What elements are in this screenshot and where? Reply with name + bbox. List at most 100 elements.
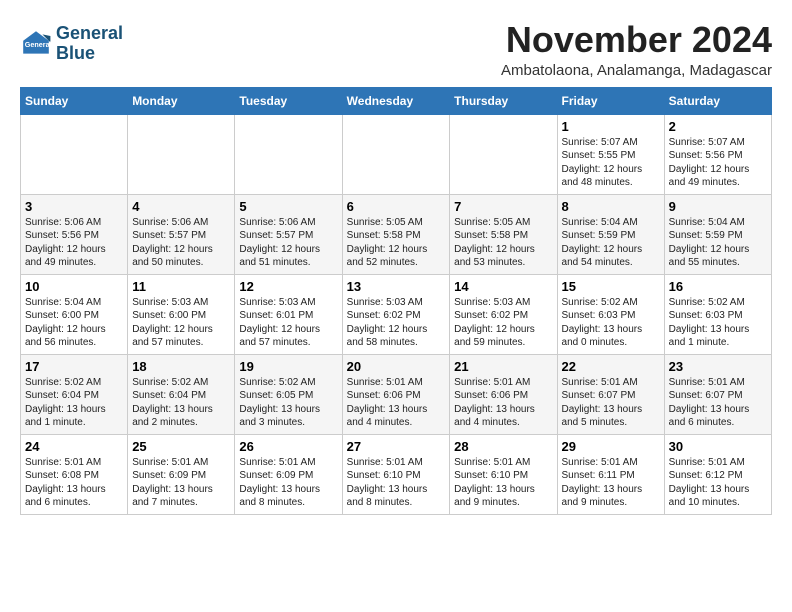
day-number: 4: [132, 199, 230, 214]
logo: General General Blue: [20, 24, 123, 64]
calendar-cell: 1 Sunrise: 5:07 AM Sunset: 5:55 PM Daylig…: [557, 114, 664, 194]
day-number: 24: [25, 439, 123, 454]
day-info: Sunrise: 5:01 AM Sunset: 6:11 PM Dayligh…: [562, 456, 660, 510]
calendar-week-3: 10 Sunrise: 5:04 AM Sunset: 6:00 PM Dayli…: [21, 274, 772, 354]
day-number: 19: [239, 359, 337, 374]
calendar-week-4: 17 Sunrise: 5:02 AM Sunset: 6:04 PM Dayli…: [21, 354, 772, 434]
calendar-cell: 26 Sunrise: 5:01 AM Sunset: 6:09 PM Dayli…: [235, 434, 342, 514]
calendar-cell: 20Sunrise: 5:01 AM Sunset: 6:06 PM Dayli…: [342, 354, 450, 434]
day-info: Sunrise: 5:01 AM Sunset: 6:09 PM Dayligh…: [239, 456, 337, 510]
day-info: Sunrise: 5:01 AM Sunset: 6:07 PM Dayligh…: [562, 376, 660, 430]
calendar-cell: 22Sunrise: 5:01 AM Sunset: 6:07 PM Dayli…: [557, 354, 664, 434]
day-info: Sunrise: 5:04 AM Sunset: 6:00 PM Dayligh…: [25, 296, 123, 350]
weekday-header-thursday: Thursday: [450, 87, 557, 114]
day-info: Sunrise: 5:02 AM Sunset: 6:05 PM Dayligh…: [239, 376, 337, 430]
day-info: Sunrise: 5:02 AM Sunset: 6:03 PM Dayligh…: [669, 296, 767, 350]
day-number: 17: [25, 359, 123, 374]
day-info: Sunrise: 5:01 AM Sunset: 6:08 PM Dayligh…: [25, 456, 123, 510]
day-number: 9: [669, 199, 767, 214]
day-info: Sunrise: 5:06 AM Sunset: 5:56 PM Dayligh…: [25, 216, 123, 270]
day-info: Sunrise: 5:02 AM Sunset: 6:04 PM Dayligh…: [25, 376, 123, 430]
day-number: 14: [454, 279, 552, 294]
day-number: 1: [562, 119, 660, 134]
calendar-cell: 28 Sunrise: 5:01 AM Sunset: 6:10 PM Dayli…: [450, 434, 557, 514]
day-info: Sunrise: 5:03 AM Sunset: 6:02 PM Dayligh…: [347, 296, 446, 350]
day-info: Sunrise: 5:01 AM Sunset: 6:12 PM Dayligh…: [669, 456, 767, 510]
day-number: 27: [347, 439, 446, 454]
calendar-cell: [450, 114, 557, 194]
day-info: Sunrise: 5:03 AM Sunset: 6:02 PM Dayligh…: [454, 296, 552, 350]
day-info: Sunrise: 5:01 AM Sunset: 6:06 PM Dayligh…: [454, 376, 552, 430]
calendar-cell: 10 Sunrise: 5:04 AM Sunset: 6:00 PM Dayli…: [21, 274, 128, 354]
calendar-cell: 6Sunrise: 5:05 AM Sunset: 5:58 PM Daylig…: [342, 194, 450, 274]
day-number: 20: [347, 359, 446, 374]
day-info: Sunrise: 5:06 AM Sunset: 5:57 PM Dayligh…: [132, 216, 230, 270]
day-info: Sunrise: 5:05 AM Sunset: 5:58 PM Dayligh…: [454, 216, 552, 270]
day-info: Sunrise: 5:01 AM Sunset: 6:07 PM Dayligh…: [669, 376, 767, 430]
calendar-week-1: 1 Sunrise: 5:07 AM Sunset: 5:55 PM Daylig…: [21, 114, 772, 194]
title-area: November 2024 Ambatolaona, Analamanga, M…: [501, 20, 772, 79]
calendar-cell: 29 Sunrise: 5:01 AM Sunset: 6:11 PM Dayli…: [557, 434, 664, 514]
day-number: 2: [669, 119, 767, 134]
day-number: 23: [669, 359, 767, 374]
day-info: Sunrise: 5:07 AM Sunset: 5:56 PM Dayligh…: [669, 136, 767, 190]
day-info: Sunrise: 5:06 AM Sunset: 5:57 PM Dayligh…: [239, 216, 337, 270]
day-number: 16: [669, 279, 767, 294]
svg-text:General: General: [25, 40, 52, 49]
day-number: 8: [562, 199, 660, 214]
weekday-header-monday: Monday: [128, 87, 235, 114]
calendar-week-5: 24 Sunrise: 5:01 AM Sunset: 6:08 PM Dayli…: [21, 434, 772, 514]
calendar-cell: 19 Sunrise: 5:02 AM Sunset: 6:05 PM Dayli…: [235, 354, 342, 434]
calendar-cell: 27 Sunrise: 5:01 AM Sunset: 6:10 PM Dayli…: [342, 434, 450, 514]
calendar-cell: 3 Sunrise: 5:06 AM Sunset: 5:56 PM Daylig…: [21, 194, 128, 274]
calendar-cell: 9 Sunrise: 5:04 AM Sunset: 5:59 PM Daylig…: [664, 194, 771, 274]
day-number: 3: [25, 199, 123, 214]
day-number: 6: [347, 199, 446, 214]
month-title: November 2024: [501, 20, 772, 60]
calendar-cell: 15Sunrise: 5:02 AM Sunset: 6:03 PM Dayli…: [557, 274, 664, 354]
day-info: Sunrise: 5:03 AM Sunset: 6:01 PM Dayligh…: [239, 296, 337, 350]
calendar-cell: [128, 114, 235, 194]
day-number: 5: [239, 199, 337, 214]
day-info: Sunrise: 5:01 AM Sunset: 6:10 PM Dayligh…: [454, 456, 552, 510]
day-number: 18: [132, 359, 230, 374]
day-number: 10: [25, 279, 123, 294]
weekday-header-saturday: Saturday: [664, 87, 771, 114]
calendar-table: SundayMondayTuesdayWednesdayThursdayFrid…: [20, 87, 772, 515]
weekday-header-tuesday: Tuesday: [235, 87, 342, 114]
day-info: Sunrise: 5:04 AM Sunset: 5:59 PM Dayligh…: [562, 216, 660, 270]
day-info: Sunrise: 5:07 AM Sunset: 5:55 PM Dayligh…: [562, 136, 660, 190]
day-info: Sunrise: 5:01 AM Sunset: 6:10 PM Dayligh…: [347, 456, 446, 510]
weekday-header-sunday: Sunday: [21, 87, 128, 114]
calendar-cell: 21Sunrise: 5:01 AM Sunset: 6:06 PM Dayli…: [450, 354, 557, 434]
calendar-week-2: 3 Sunrise: 5:06 AM Sunset: 5:56 PM Daylig…: [21, 194, 772, 274]
day-number: 15: [562, 279, 660, 294]
calendar-cell: [342, 114, 450, 194]
day-number: 29: [562, 439, 660, 454]
day-number: 7: [454, 199, 552, 214]
calendar-cell: [235, 114, 342, 194]
calendar-cell: 2 Sunrise: 5:07 AM Sunset: 5:56 PM Daylig…: [664, 114, 771, 194]
weekday-header-friday: Friday: [557, 87, 664, 114]
calendar-cell: 12 Sunrise: 5:03 AM Sunset: 6:01 PM Dayli…: [235, 274, 342, 354]
day-number: 13: [347, 279, 446, 294]
calendar-cell: 24 Sunrise: 5:01 AM Sunset: 6:08 PM Dayli…: [21, 434, 128, 514]
subtitle: Ambatolaona, Analamanga, Madagascar: [501, 62, 772, 79]
calendar-cell: 13 Sunrise: 5:03 AM Sunset: 6:02 PM Dayli…: [342, 274, 450, 354]
weekday-header-wednesday: Wednesday: [342, 87, 450, 114]
day-number: 12: [239, 279, 337, 294]
day-info: Sunrise: 5:04 AM Sunset: 5:59 PM Dayligh…: [669, 216, 767, 270]
calendar-cell: 14 Sunrise: 5:03 AM Sunset: 6:02 PM Dayli…: [450, 274, 557, 354]
day-number: 28: [454, 439, 552, 454]
calendar-cell: 8 Sunrise: 5:04 AM Sunset: 5:59 PM Daylig…: [557, 194, 664, 274]
logo-icon: General: [20, 28, 52, 60]
day-number: 26: [239, 439, 337, 454]
calendar-cell: 4 Sunrise: 5:06 AM Sunset: 5:57 PM Daylig…: [128, 194, 235, 274]
day-info: Sunrise: 5:03 AM Sunset: 6:00 PM Dayligh…: [132, 296, 230, 350]
calendar-cell: 18Sunrise: 5:02 AM Sunset: 6:04 PM Dayli…: [128, 354, 235, 434]
calendar-cell: [21, 114, 128, 194]
day-number: 25: [132, 439, 230, 454]
calendar-cell: 5 Sunrise: 5:06 AM Sunset: 5:57 PM Daylig…: [235, 194, 342, 274]
calendar-cell: 7 Sunrise: 5:05 AM Sunset: 5:58 PM Daylig…: [450, 194, 557, 274]
calendar-cell: 30Sunrise: 5:01 AM Sunset: 6:12 PM Dayli…: [664, 434, 771, 514]
